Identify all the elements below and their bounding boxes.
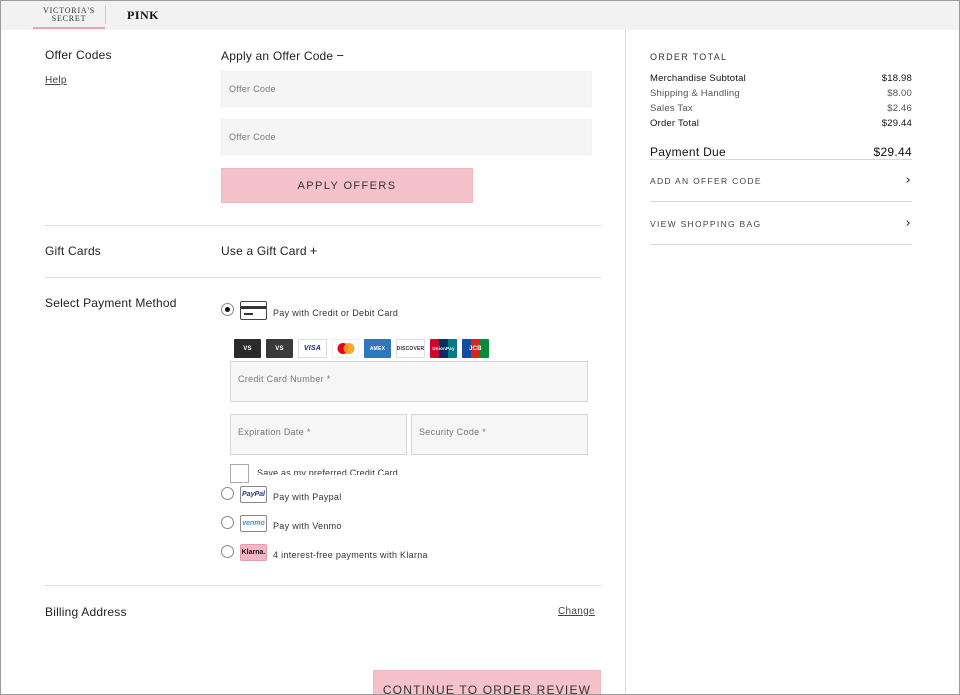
order-total-row: Order Total $29.44 — [650, 118, 912, 129]
use-gift-card-toggle[interactable]: Use a Gift Card + — [221, 243, 318, 258]
row-label: Shipping & Handling — [650, 88, 740, 99]
expand-icon: + — [309, 243, 318, 258]
payment-due-label: Payment Due — [650, 145, 727, 159]
apply-offers-button[interactable]: APPLY OFFERS — [221, 168, 473, 203]
jcb-icon: JCB — [462, 339, 489, 358]
view-shopping-bag-link[interactable]: VIEW SHOPPING BAG › — [650, 216, 912, 231]
column-divider — [625, 30, 626, 694]
gift-cards-label: Gift Cards — [45, 244, 102, 258]
paypal-option-label[interactable]: Pay with Paypal — [273, 492, 342, 502]
chevron-right-icon: › — [905, 173, 912, 188]
change-billing-link[interactable]: Change — [558, 606, 595, 617]
row-value: $18.98 — [881, 73, 912, 84]
row-label: Sales Tax — [650, 103, 693, 114]
venmo-option-label[interactable]: Pay with Venmo — [273, 521, 342, 531]
klarna-radio[interactable] — [221, 545, 234, 558]
merchandise-subtotal-row: Merchandise Subtotal $18.98 — [650, 73, 912, 84]
pink-logo[interactable]: PINK — [127, 8, 159, 23]
vs-logo-line2: SECRET — [51, 14, 87, 23]
summary-divider — [650, 159, 912, 160]
credit-card-icon — [240, 301, 267, 320]
vs-card-icon: VS — [234, 339, 261, 358]
collapse-icon: − — [336, 48, 345, 63]
view-shopping-bag-label: VIEW SHOPPING BAG — [650, 218, 762, 229]
expiration-date-input[interactable]: Expiration Date * — [230, 414, 407, 455]
offer-code-placeholder-1: Offer Code — [229, 84, 276, 94]
billing-address-label: Billing Address — [45, 605, 127, 619]
mastercard-icon — [332, 339, 359, 358]
credit-card-radio[interactable] — [221, 303, 234, 316]
continue-to-order-review-button[interactable]: CONTINUE TO ORDER REVIEW — [373, 670, 601, 694]
paypal-radio[interactable] — [221, 487, 234, 500]
save-preferred-card-checkbox[interactable] — [230, 464, 249, 483]
add-offer-code-label: ADD AN OFFER CODE — [650, 175, 762, 186]
section-divider — [45, 585, 601, 586]
security-code-placeholder: Security Code * — [419, 427, 487, 437]
row-value: $8.00 — [887, 88, 912, 99]
row-label: Merchandise Subtotal — [650, 73, 746, 84]
summary-divider — [650, 201, 912, 202]
klarna-icon: Klarna. — [240, 544, 267, 561]
vs-card-icon-2: VS — [266, 339, 293, 358]
checkout-form: Offer Codes Help Apply an Offer Code − Of… — [1, 30, 625, 694]
unionpay-icon: UnionPay — [430, 339, 457, 358]
venmo-icon: venmo — [240, 515, 267, 532]
section-divider — [45, 277, 601, 278]
credit-card-number-input[interactable]: Credit Card Number * — [230, 361, 588, 402]
discover-icon: DISCOVER — [396, 339, 425, 358]
offer-code-placeholder-2: Offer Code — [229, 132, 276, 142]
order-total-heading: ORDER TOTAL — [650, 52, 728, 62]
checkout-page: VICTORIA'S SECRET PINK Offer Codes Help … — [0, 0, 960, 695]
apply-offer-code-title: Apply an Offer Code — [221, 49, 334, 63]
section-divider — [45, 225, 601, 226]
paypal-icon: PayPal — [240, 486, 267, 503]
brand-divider — [105, 6, 106, 24]
klarna-option-label[interactable]: 4 interest-free payments with Klarna — [273, 550, 428, 560]
payment-due-row: Payment Due $29.44 — [650, 145, 912, 159]
shipping-row: Shipping & Handling $8.00 — [650, 88, 912, 99]
row-value: $29.44 — [881, 118, 912, 129]
save-preferred-card-label: Save as my preferred Credit Card — [257, 468, 398, 475]
offer-code-input-1[interactable]: Offer Code — [221, 71, 592, 107]
credit-card-option-label[interactable]: Pay with Credit or Debit Card — [273, 308, 398, 318]
use-gift-card-title: Use a Gift Card — [221, 244, 307, 258]
summary-divider — [650, 244, 912, 245]
brand-bar: VICTORIA'S SECRET PINK — [1, 1, 959, 30]
apply-offer-code-toggle[interactable]: Apply an Offer Code − — [221, 48, 344, 63]
offer-codes-label: Offer Codes — [45, 48, 112, 62]
payment-due-value: $29.44 — [873, 145, 912, 159]
add-offer-code-link[interactable]: ADD AN OFFER CODE › — [650, 173, 912, 188]
active-brand-underline — [33, 27, 105, 29]
sales-tax-row: Sales Tax $2.46 — [650, 103, 912, 114]
help-link[interactable]: Help — [45, 75, 67, 86]
offer-code-input-2[interactable]: Offer Code — [221, 119, 592, 155]
victorias-secret-logo[interactable]: VICTORIA'S SECRET — [33, 1, 105, 29]
accepted-cards-row: VS VS VISA AMEX DISCOVER UnionPay JCB — [234, 339, 489, 358]
credit-card-number-placeholder: Credit Card Number * — [238, 374, 331, 384]
security-code-input[interactable]: Security Code * — [411, 414, 588, 455]
payment-method-label: Select Payment Method — [45, 296, 177, 310]
visa-icon: VISA — [298, 339, 327, 358]
expiration-date-placeholder: Expiration Date * — [238, 427, 311, 437]
row-label: Order Total — [650, 118, 700, 129]
amex-icon: AMEX — [364, 339, 391, 358]
venmo-radio[interactable] — [221, 516, 234, 529]
chevron-right-icon: › — [905, 216, 912, 231]
row-value: $2.46 — [887, 103, 912, 114]
